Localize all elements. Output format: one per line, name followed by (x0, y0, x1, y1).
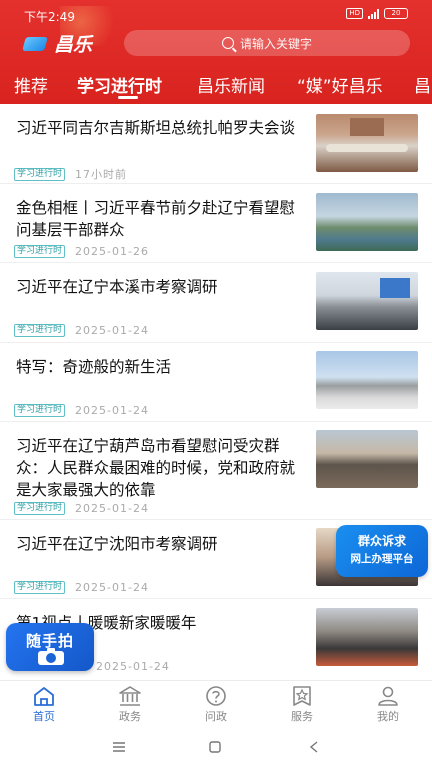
promo-subtitle: 网上办理平台 (350, 553, 414, 565)
camera-icon (38, 648, 64, 665)
nav-label: 政务 (119, 710, 141, 723)
nav-label: 我的 (377, 710, 399, 723)
news-title: 特写：奇迹般的新生活 (16, 358, 172, 376)
news-tag: 学习进行时 (14, 245, 66, 258)
system-nav-bar (0, 726, 432, 768)
tab-media-changle[interactable]: “媒”好昌乐 (297, 72, 383, 97)
snapshot-button[interactable]: 随手拍 (6, 623, 94, 671)
news-item[interactable]: 特写：奇迹般的新生活 学习进行时 2025-01-24 (0, 343, 432, 422)
app-name: 昌乐 (54, 34, 93, 56)
tab-more[interactable]: 昌 (414, 72, 431, 97)
news-thumbnail (316, 272, 418, 330)
news-thumbnail (316, 351, 418, 409)
signal-icon (368, 8, 379, 19)
app-header: 下午2:49 HD 20 昌乐 请输入关键字 推荐 学习进行时 昌乐新闻 “媒”… (0, 0, 432, 104)
news-meta: 学习进行时 17小时前 (14, 166, 127, 182)
news-title: 习近平在辽宁本溪市考察调研 (16, 278, 218, 296)
government-icon (119, 686, 141, 706)
news-item[interactable]: 金色相框丨习近平春节前夕赴辽宁看望慰问基层干部群众 学习进行时 2025-01-… (0, 184, 432, 263)
news-title: 习近平在辽宁葫芦岛市看望慰问受灾群众：人民群众最困难的时候，党和政府就是大家最强… (16, 437, 296, 499)
news-title: 习近平在辽宁沈阳市考察调研 (16, 535, 218, 553)
active-tab-indicator (118, 96, 138, 99)
menu-icon[interactable] (112, 741, 126, 753)
news-time: 2025-01-26 (75, 245, 149, 258)
nav-home[interactable]: 首页 (14, 685, 74, 724)
back-icon[interactable] (309, 741, 319, 753)
news-meta: 学习进行时 2025-01-24 (14, 502, 149, 515)
tab-recommend[interactable]: 推荐 (14, 72, 48, 97)
tab-study[interactable]: 学习进行时 (77, 72, 162, 97)
nav-mine[interactable]: 我的 (358, 685, 418, 724)
nav-label: 服务 (291, 710, 313, 723)
hd-badge: HD (346, 8, 363, 19)
news-item[interactable]: 习近平在辽宁本溪市考察调研 学习进行时 2025-01-24 (0, 263, 432, 343)
home-square-icon[interactable] (209, 741, 221, 753)
logo-diamond-icon (22, 35, 50, 53)
nav-service[interactable]: 服务 (272, 685, 332, 724)
news-tag: 学习进行时 (14, 167, 66, 181)
news-thumbnail (316, 193, 418, 251)
news-time: 2025-01-24 (96, 660, 170, 673)
news-time: 17小时前 (75, 168, 128, 181)
status-icons: HD 20 (346, 8, 408, 19)
news-meta: 2025-01-24 (96, 660, 170, 673)
news-time: 2025-01-24 (75, 502, 149, 515)
tab-changle-news[interactable]: 昌乐新闻 (197, 72, 265, 97)
complaint-platform-button[interactable]: 群众诉求 网上办理平台 (336, 525, 428, 577)
nav-inquiry[interactable]: 问政 (186, 685, 246, 724)
search-bar[interactable]: 请输入关键字 (124, 30, 410, 56)
nav-label: 问政 (205, 710, 227, 723)
news-time: 2025-01-24 (75, 324, 149, 337)
news-tag: 学习进行时 (14, 404, 66, 417)
news-title: 金色相框丨习近平春节前夕赴辽宁看望慰问基层干部群众 (16, 199, 296, 239)
news-tag: 学习进行时 (14, 502, 66, 515)
news-thumbnail (316, 430, 418, 488)
news-time: 2025-01-24 (75, 404, 149, 417)
news-title: 习近平同吉尔吉斯斯坦总统扎帕罗夫会谈 (16, 119, 296, 137)
news-meta: 学习进行时 2025-01-24 (14, 581, 149, 594)
news-thumbnail (316, 114, 418, 172)
promo-title: 群众诉求 (357, 534, 406, 548)
nav-government[interactable]: 政务 (100, 685, 160, 724)
news-tag: 学习进行时 (14, 581, 66, 594)
bottom-nav: 首页 政务 问政 服务 我的 (0, 680, 432, 726)
news-thumbnail (316, 608, 418, 666)
nav-label: 首页 (33, 710, 55, 723)
app-logo[interactable]: 昌乐 (22, 30, 92, 57)
service-star-icon (293, 686, 311, 706)
question-icon (206, 686, 226, 706)
news-meta: 学习进行时 2025-01-26 (14, 245, 149, 258)
news-meta: 学习进行时 2025-01-24 (14, 324, 149, 337)
news-tag: 学习进行时 (14, 324, 66, 337)
news-item[interactable]: 习近平同吉尔吉斯斯坦总统扎帕罗夫会谈 学习进行时 17小时前 (0, 104, 432, 184)
category-tabs: 推荐 学习进行时 昌乐新闻 “媒”好昌乐 昌 (0, 64, 432, 104)
news-time: 2025-01-24 (75, 581, 149, 594)
home-icon (34, 687, 54, 706)
search-icon (221, 37, 234, 49)
news-meta: 学习进行时 2025-01-24 (14, 404, 149, 417)
user-icon (378, 686, 398, 706)
news-list: 习近平同吉尔吉斯斯坦总统扎帕罗夫会谈 学习进行时 17小时前 金色相框丨习近平春… (0, 104, 432, 680)
status-bar: 下午2:49 HD 20 (0, 0, 432, 30)
battery-icon: 20 (384, 8, 408, 19)
search-placeholder: 请输入关键字 (239, 36, 312, 51)
status-time: 下午2:49 (24, 10, 75, 24)
news-item[interactable]: 习近平在辽宁葫芦岛市看望慰问受灾群众：人民群众最困难的时候，党和政府就是大家最强… (0, 422, 432, 520)
